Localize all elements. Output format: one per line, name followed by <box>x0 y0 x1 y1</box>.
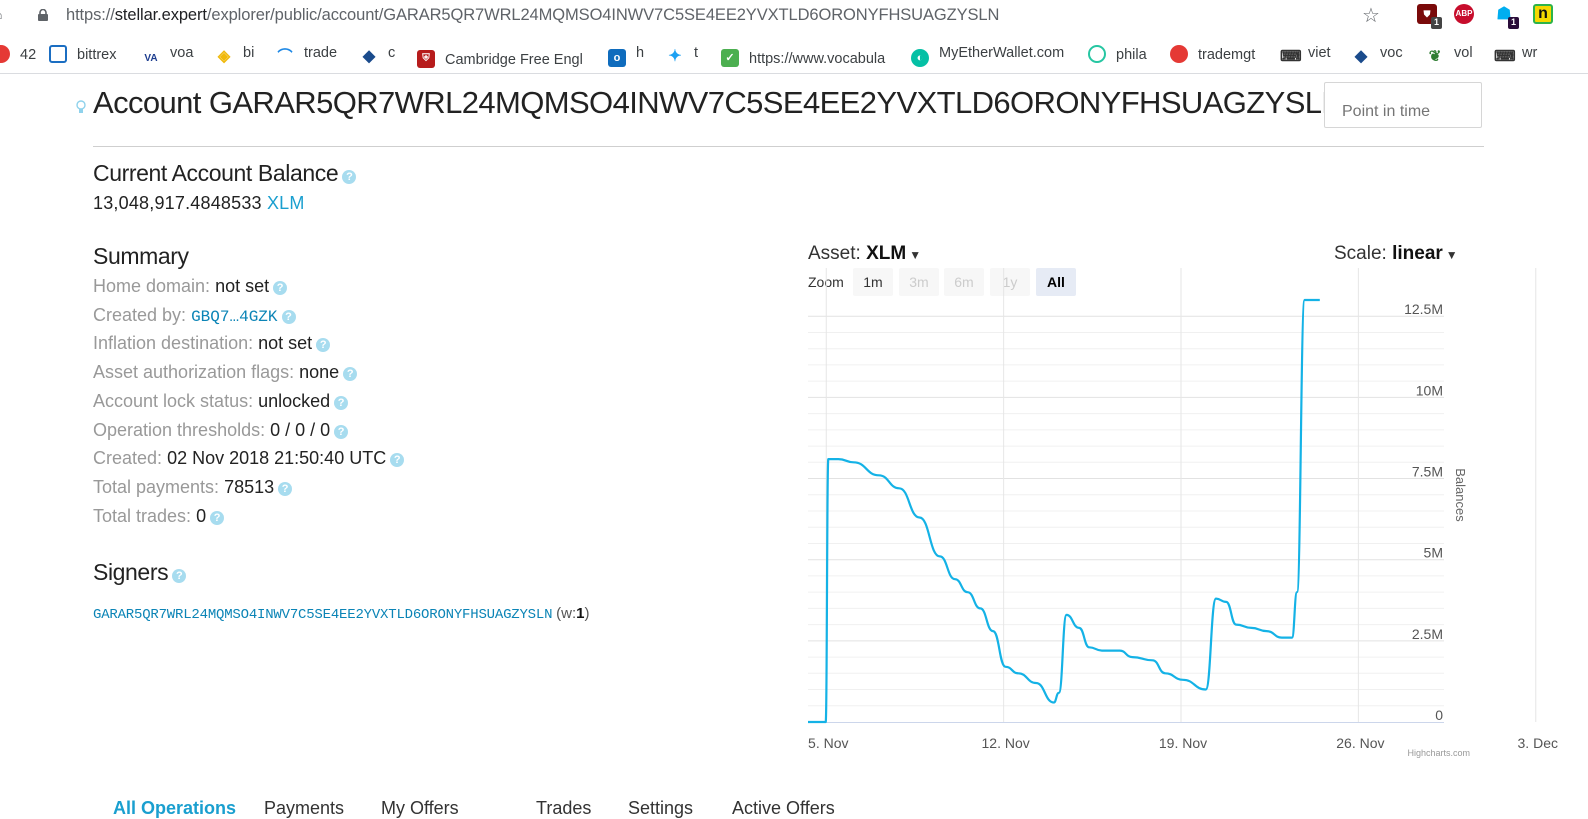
y-tick-label: 2.5M <box>1412 626 1443 642</box>
x-tick-label: 12. Nov <box>982 735 1030 751</box>
y-tick-label: 10M <box>1416 382 1443 398</box>
x-tick-label: 5. Nov <box>808 735 848 751</box>
y-tick-label: 12.5M <box>1404 301 1443 317</box>
chart-axes: 5. Nov12. Nov19. Nov26. Nov3. Dec10. Dec… <box>808 301 1558 751</box>
y-tick-label: 7.5M <box>1412 464 1443 480</box>
x-tick-label: 26. Nov <box>1336 735 1384 751</box>
y-tick-label: 5M <box>1424 545 1443 561</box>
highcharts-credits[interactable]: Highcharts.com <box>1407 748 1470 758</box>
x-tick-label: 19. Nov <box>1159 735 1207 751</box>
y-axis-title: Balances <box>1453 468 1468 522</box>
balance-chart: 5. Nov12. Nov19. Nov26. Nov3. Dec10. Dec… <box>808 268 1558 758</box>
x-tick-label: 3. Dec <box>1518 735 1558 751</box>
y-tick-label: 0 <box>1435 707 1443 723</box>
chart-grid <box>808 268 1537 722</box>
